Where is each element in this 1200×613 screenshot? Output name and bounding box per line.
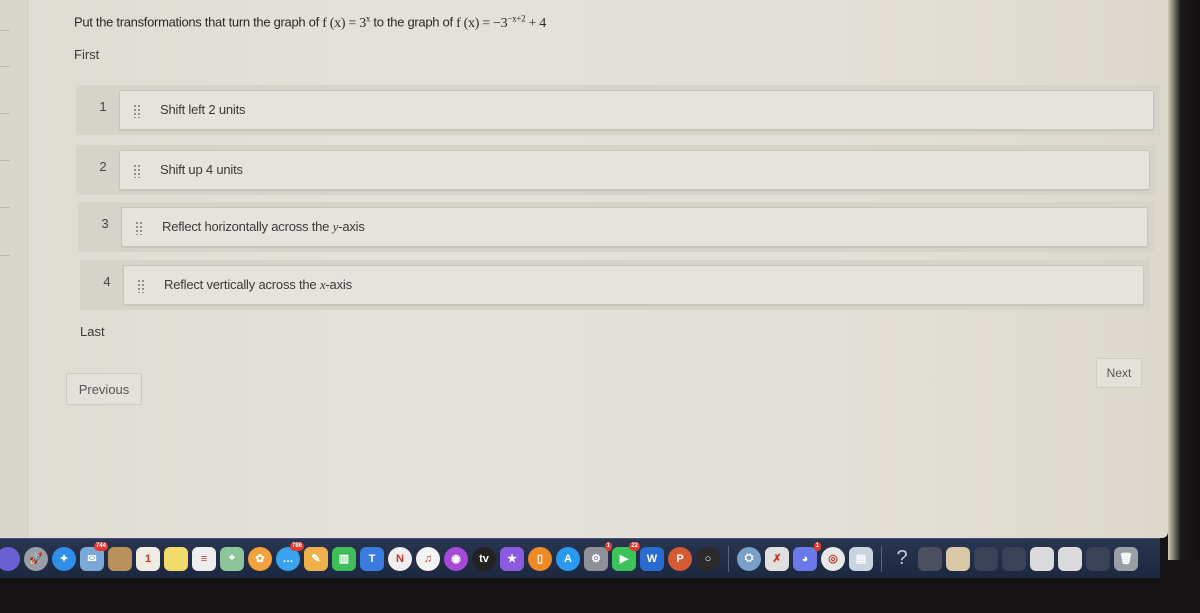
function-original: f (x) = 3x <box>322 13 371 31</box>
dock-notes-icon[interactable] <box>164 546 188 571</box>
dock-separator <box>881 545 882 572</box>
item-text: Shift up 4 units <box>160 162 243 177</box>
dock-app-store-icon[interactable]: A <box>556 546 580 571</box>
notification-badge: 1 <box>813 541 821 551</box>
dock-books-icon[interactable]: ▯ <box>528 546 552 571</box>
dock-reminders-icon[interactable]: ≡ <box>192 546 216 571</box>
notification-badge: 786 <box>289 541 304 551</box>
background-window-edge <box>0 0 28 538</box>
notification-badge: 744 <box>93 541 108 551</box>
dock-window-6-icon[interactable] <box>1058 546 1082 571</box>
dock-mail-icon[interactable]: ✉ 744 <box>80 541 108 571</box>
row-number: 1 <box>99 99 107 114</box>
dock-window-7-icon[interactable] <box>1086 546 1110 571</box>
item-text: Shift left 2 units <box>160 102 246 117</box>
bezel-bottom <box>0 578 1200 613</box>
drag-handle-icon[interactable] <box>133 164 141 178</box>
label-first: First <box>74 47 100 62</box>
dock-camera-icon[interactable]: ○ <box>696 546 720 571</box>
drag-handle-icon[interactable] <box>135 221 143 235</box>
drag-handle-icon[interactable] <box>137 279 145 293</box>
dock-window-3-icon[interactable] <box>974 546 998 571</box>
dock-facetime-icon[interactable]: ▶ 22 <box>612 541 640 571</box>
dock-discord-icon[interactable]: ◕ 1 <box>793 541 821 571</box>
function-target: f (x) = −3−x+2 + 4 <box>456 13 547 31</box>
dock-news-icon[interactable]: N <box>388 546 412 571</box>
draggable-item[interactable]: Reflect vertically across the x-axis <box>123 265 1144 305</box>
previous-button[interactable]: Previous <box>66 373 142 405</box>
dock-imovie-icon[interactable]: ★ <box>500 546 524 571</box>
notification-badge: 22 <box>629 541 640 551</box>
screen: Put the transformations that turn the gr… <box>0 0 1168 538</box>
dock-trash-icon[interactable]: 🗑 <box>1114 546 1138 571</box>
draggable-item[interactable]: Reflect horizontally across the y-axis <box>121 207 1148 247</box>
notification-badge: 1 <box>604 541 612 551</box>
question-prompt: Put the transformations that turn the gr… <box>74 13 547 31</box>
dock-launchpad-icon[interactable]: 🚀 <box>24 546 48 571</box>
ordering-row: 3 Reflect horizontally across the y-axis <box>78 202 1154 252</box>
item-text: Reflect vertically across the x-axis <box>164 277 352 292</box>
dock-siri-icon[interactable] <box>0 546 20 571</box>
dock-pages-icon[interactable]: ✎ <box>304 546 328 571</box>
dock-chrome-icon[interactable]: ◎ <box>821 546 845 571</box>
draggable-item[interactable]: Shift up 4 units <box>119 150 1150 190</box>
dock-messages-icon[interactable]: … 786 <box>276 541 304 571</box>
dock-photos-icon[interactable]: ✿ <box>248 546 272 571</box>
dock-window-2-icon[interactable] <box>946 546 970 571</box>
ordering-row: 2 Shift up 4 units <box>76 145 1156 195</box>
dock-disk-utility-icon[interactable]: ⛭ <box>737 546 761 571</box>
dock-contacts-icon[interactable] <box>108 546 132 571</box>
screen-bezel <box>1168 0 1200 560</box>
drag-handle-icon[interactable] <box>133 104 141 118</box>
item-text: Reflect horizontally across the y-axis <box>162 219 365 234</box>
dock-apple-tv-icon[interactable]: tv <box>472 546 496 571</box>
dock-calendar-icon[interactable]: 1 <box>136 546 160 571</box>
dock-numbers-icon[interactable]: ▥ <box>332 546 356 571</box>
row-number: 4 <box>103 274 111 289</box>
row-number: 3 <box>101 216 109 231</box>
dock-maps-icon[interactable]: ⌖ <box>220 546 244 571</box>
dock-system-preferences-icon[interactable]: ⚙ 1 <box>584 541 612 571</box>
dock-help-icon[interactable]: ? <box>890 547 914 571</box>
dock: 🚀 ✦ ✉ 744 1 ≡ ⌖ ✿… 786 ✎ ▥ T N ♫ ◉ tv ★ ▯ A ⚙ 1 ▶ 22 W P ○ ⛭ ✗ ◕ 1 ◎ ▤?… <box>0 538 1160 578</box>
dock-preview-icon[interactable]: ▤ <box>849 546 873 571</box>
dock-podcasts-icon[interactable]: ◉ <box>444 546 468 571</box>
dock-keynote-icon[interactable]: T <box>360 546 384 571</box>
dock-xcode-tools-icon[interactable]: ✗ <box>765 546 789 571</box>
label-last: Last <box>80 324 105 339</box>
dock-separator <box>728 545 729 572</box>
next-button[interactable]: Next <box>1096 358 1142 388</box>
dock-safari-icon[interactable]: ✦ <box>52 546 76 571</box>
dock-music-icon[interactable]: ♫ <box>416 546 440 571</box>
draggable-item[interactable]: Shift left 2 units <box>119 90 1154 130</box>
ordering-row: 1 Shift left 2 units <box>76 85 1160 135</box>
ordering-row: 4 Reflect vertically across the x-axis <box>80 260 1150 310</box>
dock-window-5-icon[interactable] <box>1030 546 1054 571</box>
row-number: 2 <box>99 159 107 174</box>
dock-window-4-icon[interactable] <box>1002 546 1026 571</box>
dock-word-icon[interactable]: W <box>640 546 664 571</box>
dock-powerpoint-icon[interactable]: P <box>668 546 692 571</box>
dock-window-1-icon[interactable] <box>918 546 942 571</box>
